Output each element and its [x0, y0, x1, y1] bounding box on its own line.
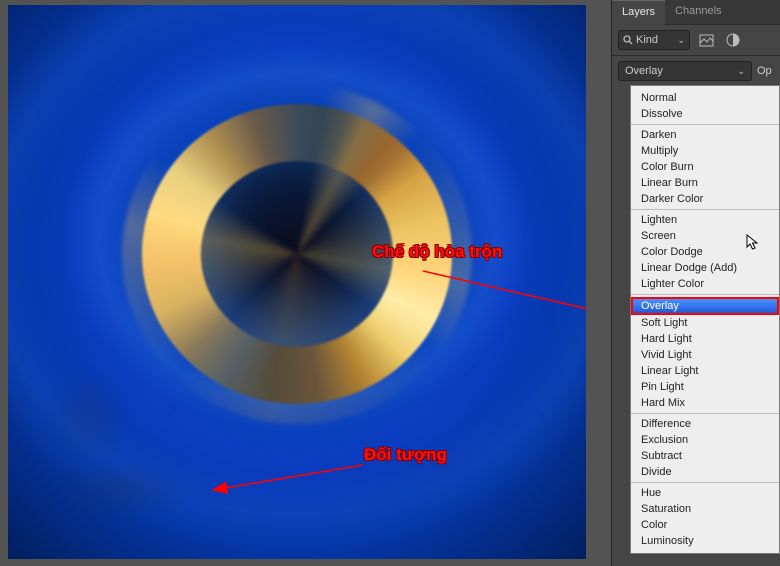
panel-tabs: Layers Channels: [612, 0, 780, 25]
blend-option-normal[interactable]: Normal: [631, 90, 779, 106]
blend-option-subtract[interactable]: Subtract: [631, 448, 779, 464]
search-icon: [623, 35, 633, 45]
blend-option-divide[interactable]: Divide: [631, 464, 779, 480]
blend-option-hue[interactable]: Hue: [631, 485, 779, 501]
artwork-preview: Chế độ hòa trộn Đối tượng: [8, 5, 586, 559]
blend-option-vividlight[interactable]: Vivid Light: [631, 347, 779, 363]
blend-option-luminosity[interactable]: Luminosity: [631, 533, 779, 549]
blend-mode-row: Overlay ⌄ Op: [612, 56, 780, 86]
blend-option-pinlight[interactable]: Pin Light: [631, 379, 779, 395]
annotation-object: Đối tượng: [364, 445, 447, 465]
blend-option-multiply[interactable]: Multiply: [631, 143, 779, 159]
opacity-label: Op: [757, 65, 772, 77]
kind-filter-label: Kind: [636, 34, 658, 46]
blend-mode-value: Overlay: [625, 65, 663, 77]
blend-option-overlay[interactable]: Overlay: [631, 297, 779, 315]
blend-option-hardmix[interactable]: Hard Mix: [631, 395, 779, 411]
blend-option-hardlight[interactable]: Hard Light: [631, 331, 779, 347]
blend-option-darkercolor[interactable]: Darker Color: [631, 191, 779, 207]
octopus-object: [18, 364, 218, 544]
blend-option-difference[interactable]: Difference: [631, 416, 779, 432]
blend-option-screen[interactable]: Screen: [631, 228, 779, 244]
kind-filter-select[interactable]: Kind ⌄: [618, 30, 690, 50]
layer-filter-row: Kind ⌄: [612, 25, 780, 56]
blend-option-colorburn[interactable]: Color Burn: [631, 159, 779, 175]
tab-channels[interactable]: Channels: [665, 0, 731, 25]
filter-adjust-icon[interactable]: [722, 30, 744, 50]
blend-option-lightercolor[interactable]: Lighter Color: [631, 276, 779, 292]
blend-option-colordodge[interactable]: Color Dodge: [631, 244, 779, 260]
blend-mode-select[interactable]: Overlay ⌄: [618, 61, 752, 81]
blend-option-linearburn[interactable]: Linear Burn: [631, 175, 779, 191]
canvas-area[interactable]: Chế độ hòa trộn Đối tượng: [0, 0, 611, 566]
chevron-down-icon: ⌄: [737, 66, 745, 77]
filter-pixel-icon[interactable]: [695, 30, 717, 50]
blend-option-color[interactable]: Color: [631, 517, 779, 533]
blend-option-lighten[interactable]: Lighten: [631, 212, 779, 228]
annotation-blend-mode: Chế độ hòa trộn: [372, 242, 502, 262]
blend-option-linearlight[interactable]: Linear Light: [631, 363, 779, 379]
blend-option-lineardodge[interactable]: Linear Dodge (Add): [631, 260, 779, 276]
chevron-down-icon: ⌄: [677, 35, 685, 46]
blend-option-saturation[interactable]: Saturation: [631, 501, 779, 517]
blend-option-exclusion[interactable]: Exclusion: [631, 432, 779, 448]
blend-option-softlight[interactable]: Soft Light: [631, 315, 779, 331]
blend-option-dissolve[interactable]: Dissolve: [631, 106, 779, 122]
blend-mode-dropdown: Normal Dissolve Darken Multiply Color Bu…: [630, 85, 780, 554]
tab-layers[interactable]: Layers: [612, 0, 665, 25]
blend-option-darken[interactable]: Darken: [631, 127, 779, 143]
